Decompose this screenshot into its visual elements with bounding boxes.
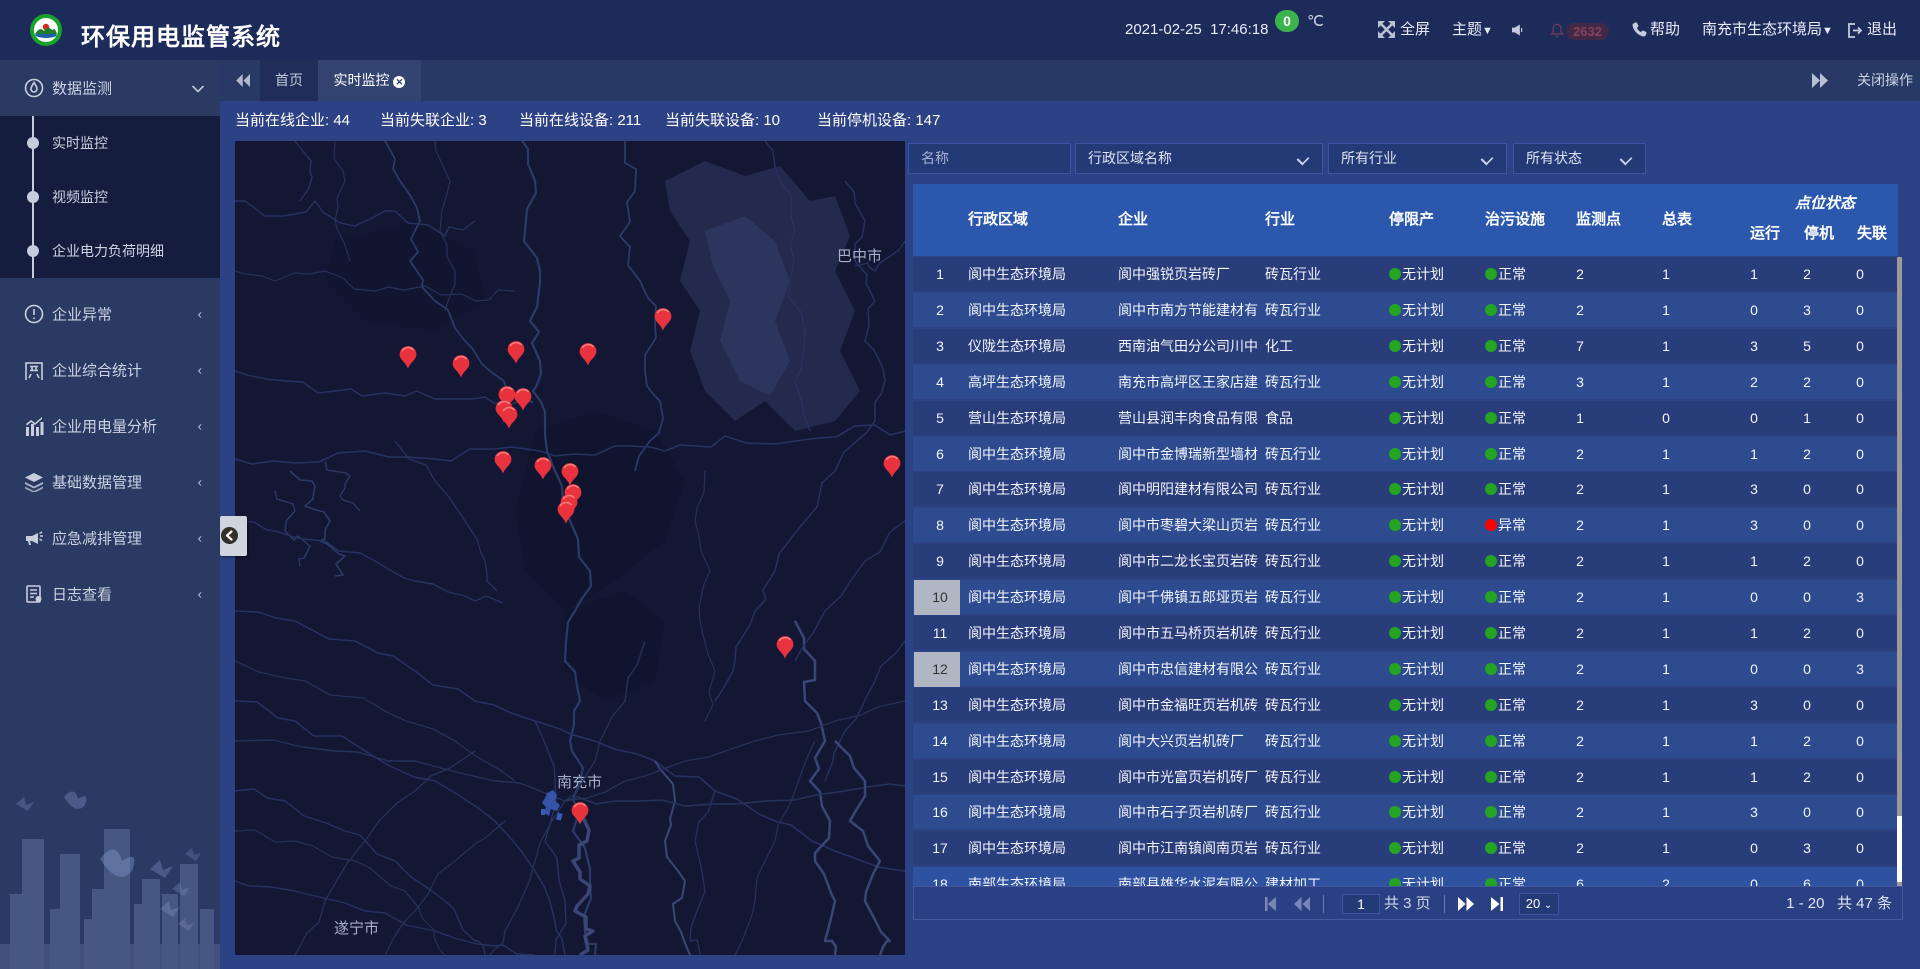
svg-text:遂宁市: 遂宁市 (334, 920, 379, 937)
svg-text:南充市: 南充市 (557, 774, 602, 791)
svg-text:巴中市: 巴中市 (837, 248, 882, 265)
